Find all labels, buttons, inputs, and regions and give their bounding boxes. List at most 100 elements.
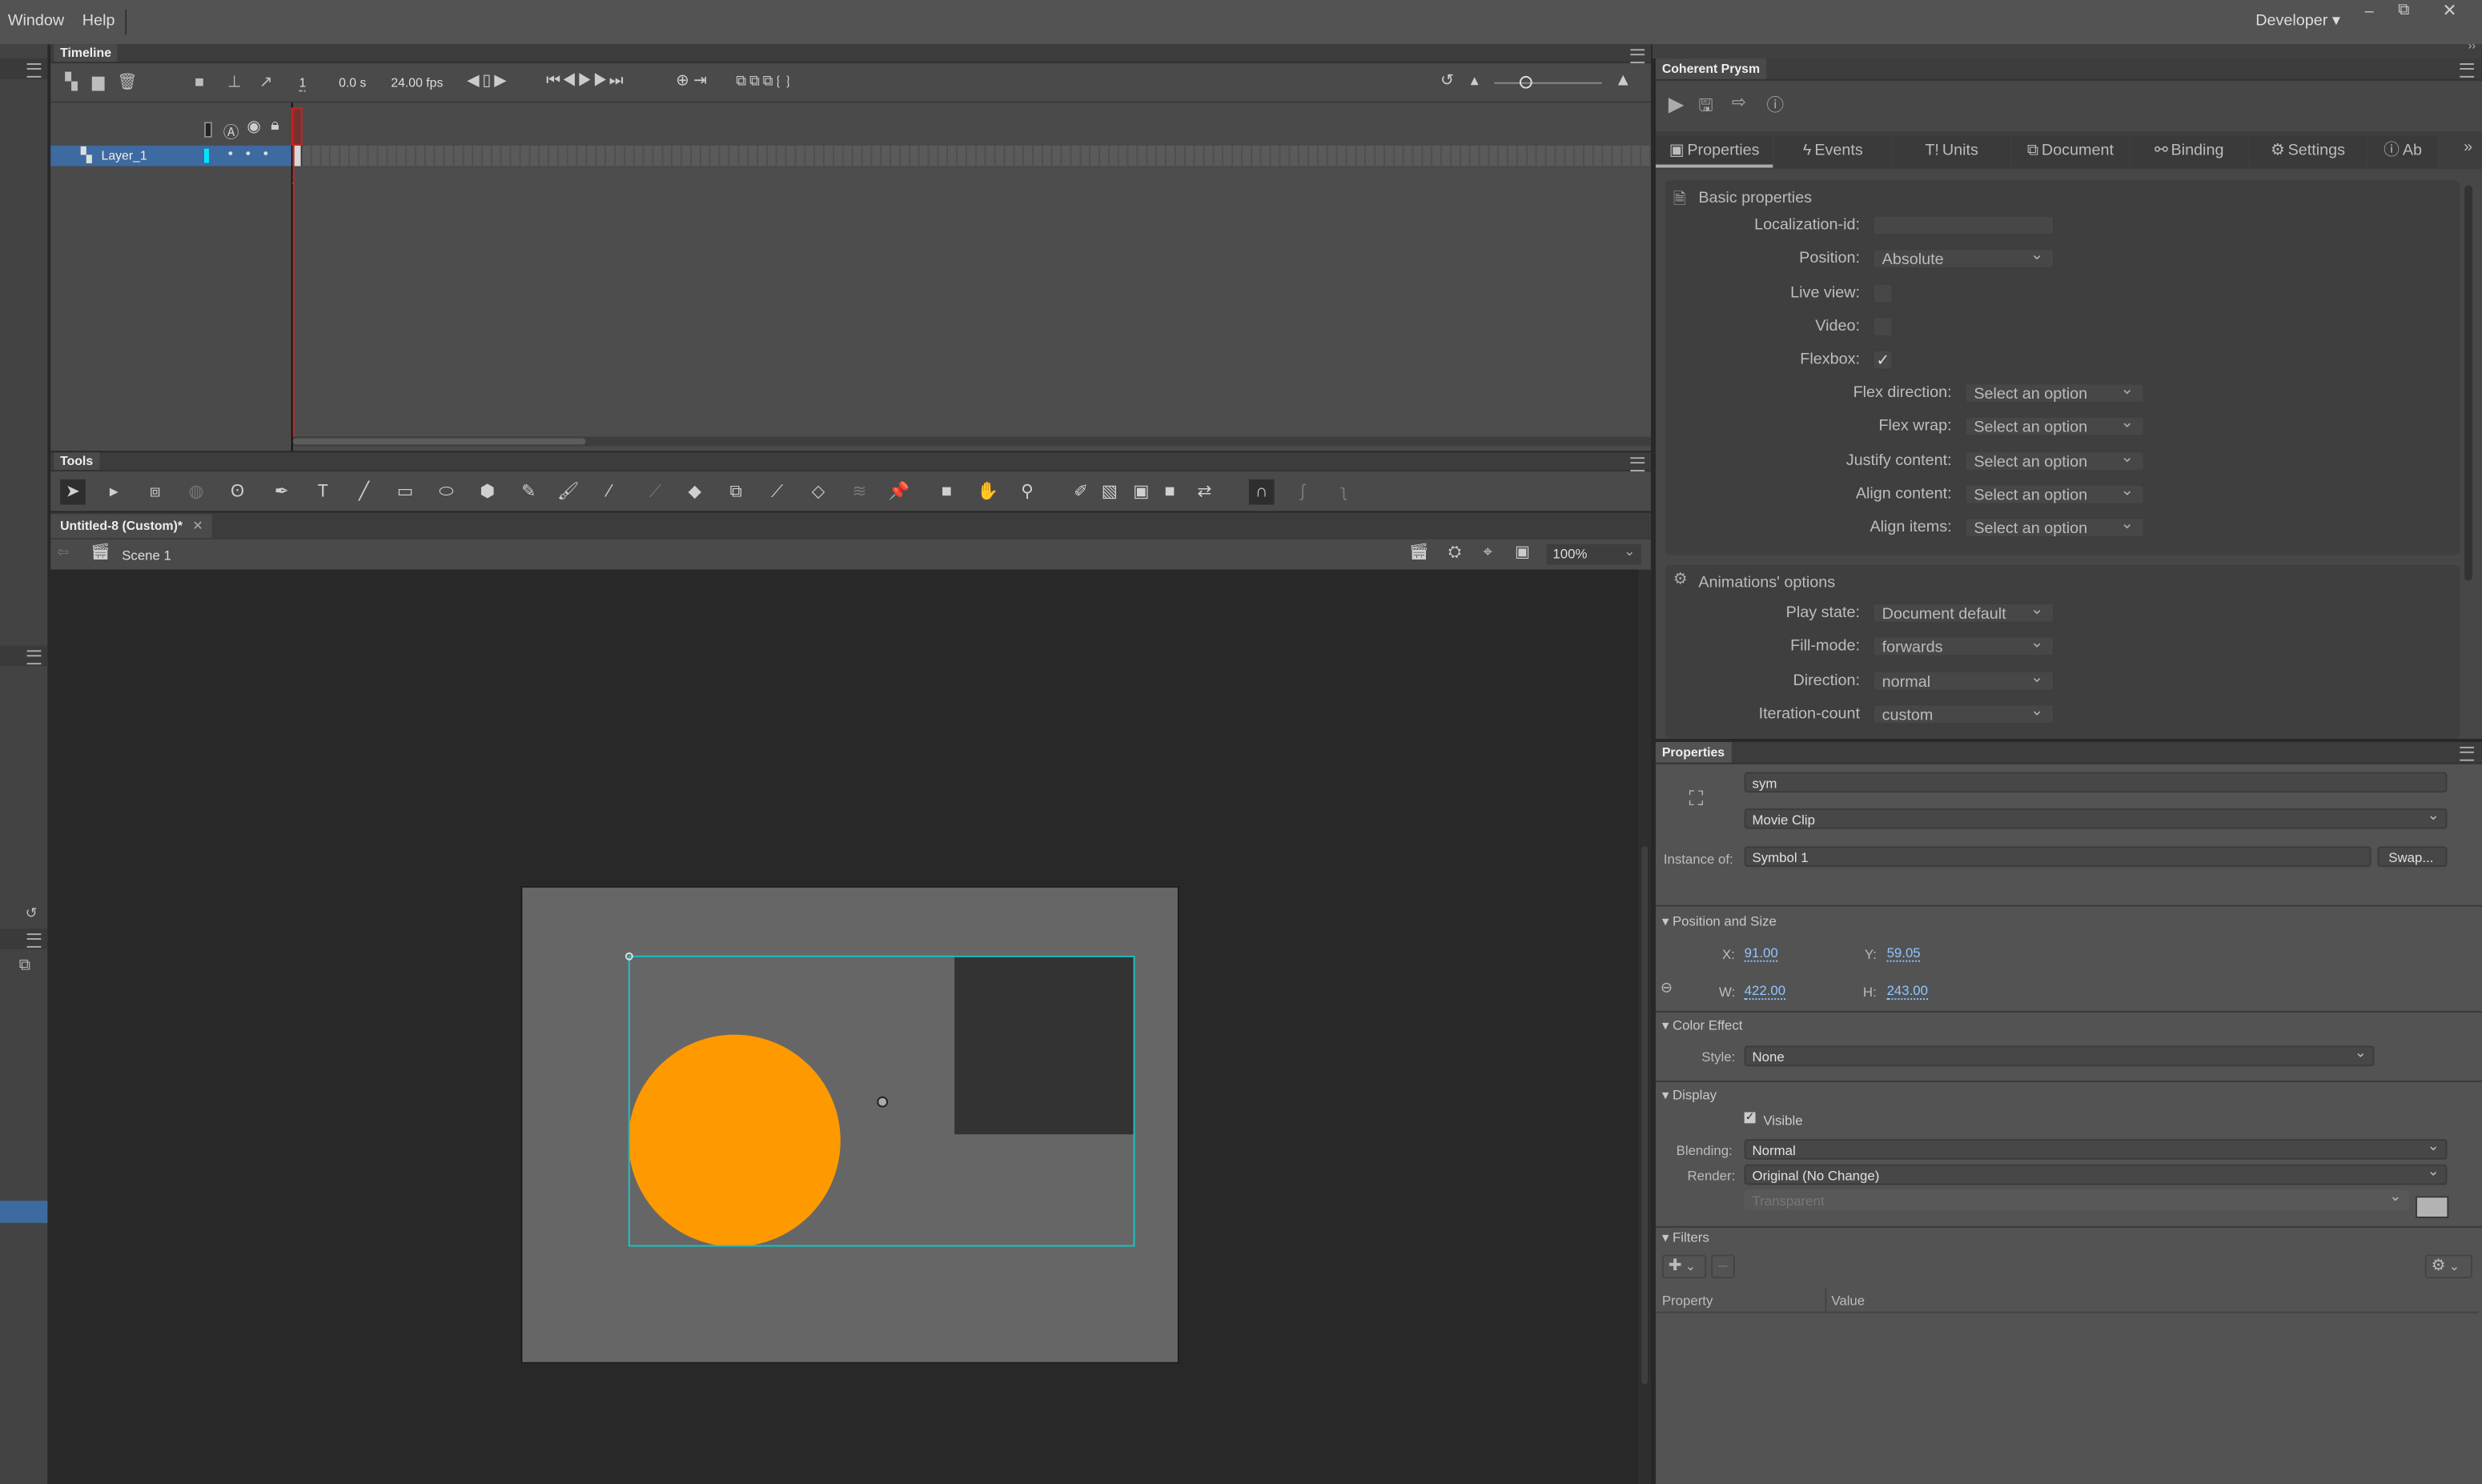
- fill-color[interactable]: ▧: [1097, 479, 1123, 505]
- swap-button[interactable]: Swap...: [2377, 846, 2448, 868]
- filter-settings-button[interactable]: ⚙ ⌄: [2424, 1254, 2473, 1279]
- scrollbar-thumb[interactable]: [1641, 846, 1649, 1385]
- reset-icon[interactable]: ↺: [26, 905, 38, 923]
- scrollbar-thumb[interactable]: [292, 438, 586, 445]
- layer-color-swatch[interactable]: [204, 148, 209, 163]
- hand-tool[interactable]: ✋: [975, 479, 1001, 505]
- center-stage-icon[interactable]: ⌖: [1483, 544, 1492, 562]
- selection-tool[interactable]: ➤: [60, 479, 86, 505]
- close-tab-icon[interactable]: ✕: [192, 519, 203, 533]
- blending-select[interactable]: Normal: [1744, 1136, 2448, 1160]
- polystar-tool[interactable]: ⬢: [475, 479, 500, 505]
- flex-field-select[interactable]: Select an option: [1964, 379, 2145, 404]
- more-tabs-icon[interactable]: »: [2464, 139, 2472, 157]
- playhead-handle[interactable]: [291, 107, 303, 146]
- display-header[interactable]: ▾ Display: [1662, 1087, 1717, 1105]
- panel-menu-icon[interactable]: [2460, 63, 2475, 78]
- black-white-swatch[interactable]: ▣: [1129, 479, 1155, 505]
- frames-row[interactable]: [292, 145, 1652, 166]
- camera-tool[interactable]: ■: [934, 479, 959, 505]
- smooth[interactable]: ʃ: [1290, 479, 1315, 505]
- render-select[interactable]: Original (No Change): [1744, 1161, 2448, 1185]
- position-size-header[interactable]: ▾ Position and Size: [1662, 912, 1777, 930]
- flex-field-select[interactable]: Select an option: [1964, 515, 2145, 539]
- instance-name-input[interactable]: sym: [1744, 772, 2448, 793]
- swap-arrow[interactable]: ⇄: [1192, 479, 1218, 505]
- column-property[interactable]: Property: [1662, 1293, 1713, 1309]
- panel-menu-icon[interactable]: [26, 933, 42, 948]
- edit-scene-icon[interactable]: 🎬︎: [1409, 544, 1429, 562]
- field-input[interactable]: Absolute: [1872, 246, 2055, 270]
- ink-bottle-tool[interactable]: ⧉: [723, 479, 749, 505]
- line-tool[interactable]: ╱: [351, 479, 377, 505]
- stroke-color[interactable]: ✐: [1068, 479, 1094, 505]
- paint-bucket-tool[interactable]: ◆: [682, 479, 708, 505]
- restore-icon[interactable]: ⧉: [2398, 2, 2409, 19]
- pin-tool[interactable]: 📌: [886, 479, 912, 505]
- w-value[interactable]: 422.00: [1744, 982, 1786, 1001]
- panel-menu-icon[interactable]: [2460, 746, 2475, 761]
- panel-menu-icon[interactable]: [26, 63, 42, 78]
- tab-events[interactable]: ϟ Events: [1774, 135, 1892, 168]
- x-value[interactable]: 91.00: [1744, 945, 1778, 962]
- field-input[interactable]: [1872, 215, 2055, 236]
- prysm-scrollbar[interactable]: [2464, 185, 2473, 581]
- clip-stage-icon[interactable]: ▣: [1515, 544, 1530, 562]
- zoom-select[interactable]: 100% ⌄: [1546, 543, 1642, 565]
- animation-field-select[interactable]: normal: [1872, 667, 2055, 691]
- visible-checkbox[interactable]: ✓: [1744, 1112, 1756, 1124]
- close-icon[interactable]: ✕: [2443, 0, 2457, 21]
- workspace-switcher[interactable]: Developer ▾: [2255, 13, 2340, 30]
- subselection-tool[interactable]: ▸: [102, 479, 127, 505]
- h-value[interactable]: 243.00: [1886, 982, 1928, 1001]
- animation-field-select[interactable]: custom: [1872, 700, 2055, 725]
- menu-help[interactable]: Help: [82, 13, 115, 30]
- lasso-tool[interactable]: ʘ: [225, 479, 251, 505]
- minimize-icon[interactable]: –: [2365, 3, 2374, 21]
- tab-settings[interactable]: ⚙ Settings: [2249, 135, 2367, 168]
- scene-name[interactable]: Scene 1: [122, 547, 171, 564]
- help-icon[interactable]: ⓘ: [1766, 92, 1784, 118]
- back-arrow-icon[interactable]: ⇦: [57, 544, 69, 562]
- snap-to-objects[interactable]: ∩: [1248, 479, 1275, 505]
- pasteboard[interactable]: [50, 569, 1652, 1484]
- tab-properties[interactable]: Properties: [1655, 741, 1732, 763]
- save-icon[interactable]: 🖫: [1698, 92, 1713, 122]
- collapse-icon[interactable]: ››: [2468, 41, 2476, 52]
- menu-window[interactable]: Window: [8, 13, 64, 30]
- tab-document[interactable]: ⧉ Document: [2011, 135, 2130, 168]
- straighten[interactable]: ʅ: [1331, 479, 1357, 505]
- panel-menu-icon[interactable]: [26, 650, 42, 665]
- play-icon[interactable]: ▶: [1669, 92, 1685, 118]
- text-tool[interactable]: T: [310, 479, 335, 505]
- style-select[interactable]: None: [1744, 1043, 2375, 1067]
- tab-binding[interactable]: ⚯ Binding: [2131, 135, 2248, 168]
- animation-field-select[interactable]: Document default: [1872, 600, 2055, 624]
- swap-colors[interactable]: ■: [1157, 479, 1183, 505]
- brush-tool[interactable]: ⁄: [596, 479, 622, 505]
- field-checkbox[interactable]: [1872, 316, 1894, 337]
- layer-toggles[interactable]: •••: [228, 146, 281, 162]
- tab-units[interactable]: Tǃ Units: [1893, 135, 2010, 168]
- zoom-tool[interactable]: ⚲: [1014, 479, 1040, 505]
- tab-coherent-prysm[interactable]: Coherent Prysm: [1655, 58, 1766, 79]
- pencil-tool[interactable]: ✎: [516, 479, 542, 505]
- rectangle-tool[interactable]: ▭: [392, 479, 418, 505]
- export-icon[interactable]: ⇨: [1732, 92, 1746, 113]
- pen-tool[interactable]: ✒: [269, 479, 295, 505]
- tab-ab[interactable]: ⓘ Ab: [2368, 135, 2438, 168]
- panel-menu-icon[interactable]: [1630, 457, 1645, 471]
- tab-tools[interactable]: Tools: [54, 452, 100, 471]
- width-tool[interactable]: ≋: [847, 479, 873, 505]
- remove-filter-button[interactable]: –: [1711, 1254, 1735, 1279]
- flex-field-select[interactable]: Select an option: [1964, 413, 2145, 438]
- symbol-type-select[interactable]: Movie Clip: [1744, 805, 2448, 829]
- color-effect-header[interactable]: ▾ Color Effect: [1662, 1017, 1743, 1035]
- transformation-point[interactable]: [877, 1096, 889, 1108]
- eyedropper-tool[interactable]: ⟋: [765, 479, 790, 505]
- playhead[interactable]: [292, 107, 295, 437]
- animation-field-select[interactable]: forwards: [1872, 633, 2055, 657]
- add-filter-button[interactable]: ✚ ⌄: [1661, 1254, 1707, 1279]
- field-checkbox[interactable]: ✓: [1872, 350, 1894, 371]
- tab-document[interactable]: Untitled-8 (Custom)* ✕: [50, 514, 213, 539]
